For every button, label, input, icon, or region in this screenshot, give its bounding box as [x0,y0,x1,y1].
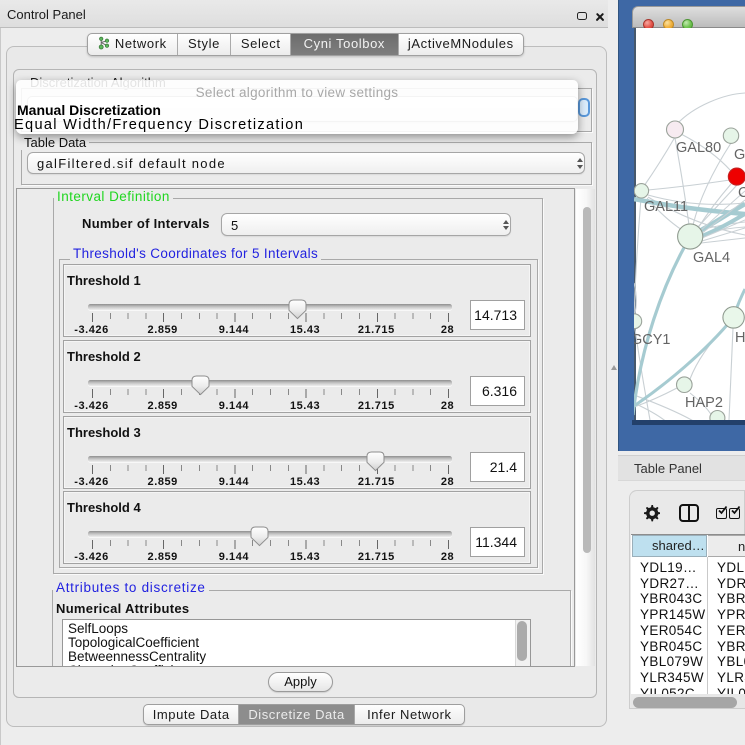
svg-text:G: G [734,147,745,163]
svg-text:HAP2: HAP2 [685,395,723,411]
svg-text:GAL4: GAL4 [693,250,730,266]
svg-text:GAL80: GAL80 [676,140,721,156]
svg-text:GAL11: GAL11 [644,199,688,215]
svg-text:C: C [738,185,745,201]
svg-text:GCY1: GCY1 [634,332,671,348]
svg-text:H: H [735,330,745,346]
